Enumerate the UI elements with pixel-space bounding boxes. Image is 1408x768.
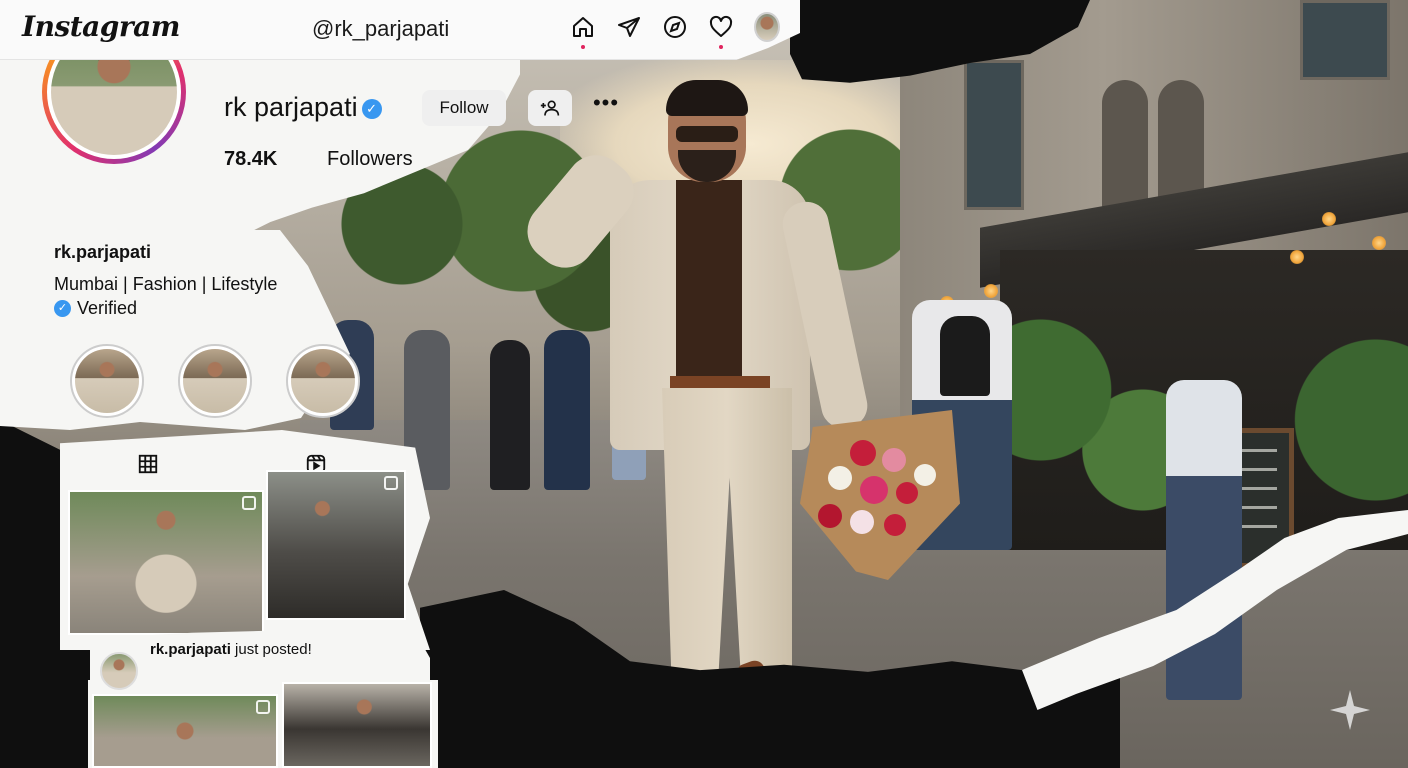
grid-icon[interactable] (136, 452, 160, 476)
story-highlight[interactable] (178, 344, 252, 418)
highlight-photo (183, 349, 247, 413)
followers-count: 78.4K (224, 148, 278, 170)
rose (828, 466, 852, 490)
sunglasses (676, 126, 738, 142)
profile-name: rk parjapati ✓ (224, 92, 382, 123)
rose (896, 482, 918, 504)
shirt (676, 180, 742, 380)
trousers (662, 388, 792, 708)
story-highlights (70, 344, 360, 418)
lily (850, 510, 874, 534)
avatar (754, 12, 780, 42)
follow-button[interactable]: Follow (422, 90, 506, 126)
carousel-icon (242, 496, 256, 510)
notification-user: rk.parjapati (150, 641, 231, 658)
notification-dot (719, 45, 723, 49)
lamp (1372, 236, 1386, 250)
lamp (1322, 212, 1336, 226)
carousel-icon (384, 476, 398, 490)
followers-label[interactable]: Followers (327, 148, 413, 171)
lamp (1290, 250, 1304, 264)
instagram-header: Instagram @rk_parjapati (0, 0, 800, 60)
rose (850, 440, 876, 466)
header-handle: @rk_parjapati (312, 16, 450, 41)
lily (860, 476, 888, 504)
pedestrian (490, 340, 530, 490)
backpack (940, 316, 990, 396)
profile-avatar-button[interactable] (754, 12, 780, 42)
add-user-icon (540, 100, 560, 116)
notification-dot (581, 45, 585, 49)
post-thumbnail[interactable] (266, 470, 406, 620)
highlight-photo (75, 349, 139, 413)
rose (882, 448, 906, 472)
add-user-button[interactable] (528, 90, 572, 126)
more-options-button[interactable]: ••• (590, 92, 622, 122)
notification-message: just posted! (230, 641, 312, 658)
profile-bio: Mumbai | Fashion | Lifestyle (54, 274, 278, 294)
highlight-photo (291, 349, 355, 413)
post-thumbnail[interactable] (92, 694, 278, 768)
window (964, 60, 1024, 210)
heart-icon[interactable] (708, 14, 734, 49)
belt (670, 376, 770, 388)
rose (914, 464, 936, 486)
profile-username: rk.parjapati (54, 242, 152, 262)
rose (884, 514, 906, 536)
profile-name-text: rk parjapati (224, 92, 358, 122)
story-highlight[interactable] (286, 344, 360, 418)
verified-label: Verified (77, 298, 138, 318)
carousel-icon (256, 700, 270, 714)
explore-icon[interactable] (662, 14, 688, 40)
nav-bar (570, 12, 780, 49)
rose (818, 504, 842, 528)
window (1300, 0, 1390, 80)
verified-status: ✓ Verified (54, 298, 137, 319)
notification-text[interactable]: rk.parjapati just posted! (150, 641, 312, 658)
story-highlight[interactable] (70, 344, 144, 418)
instagram-logo[interactable]: Instagram (22, 10, 180, 43)
avatar (100, 652, 138, 690)
arch (1102, 80, 1148, 210)
send-icon[interactable] (616, 14, 642, 40)
post-thumbnail[interactable] (68, 490, 264, 635)
post-thumbnail[interactable] (282, 682, 432, 768)
hair (666, 80, 748, 116)
verified-badge-icon: ✓ (361, 98, 382, 119)
verified-badge-icon: ✓ (54, 300, 71, 317)
lamp (984, 284, 998, 298)
home-icon[interactable] (570, 14, 596, 49)
